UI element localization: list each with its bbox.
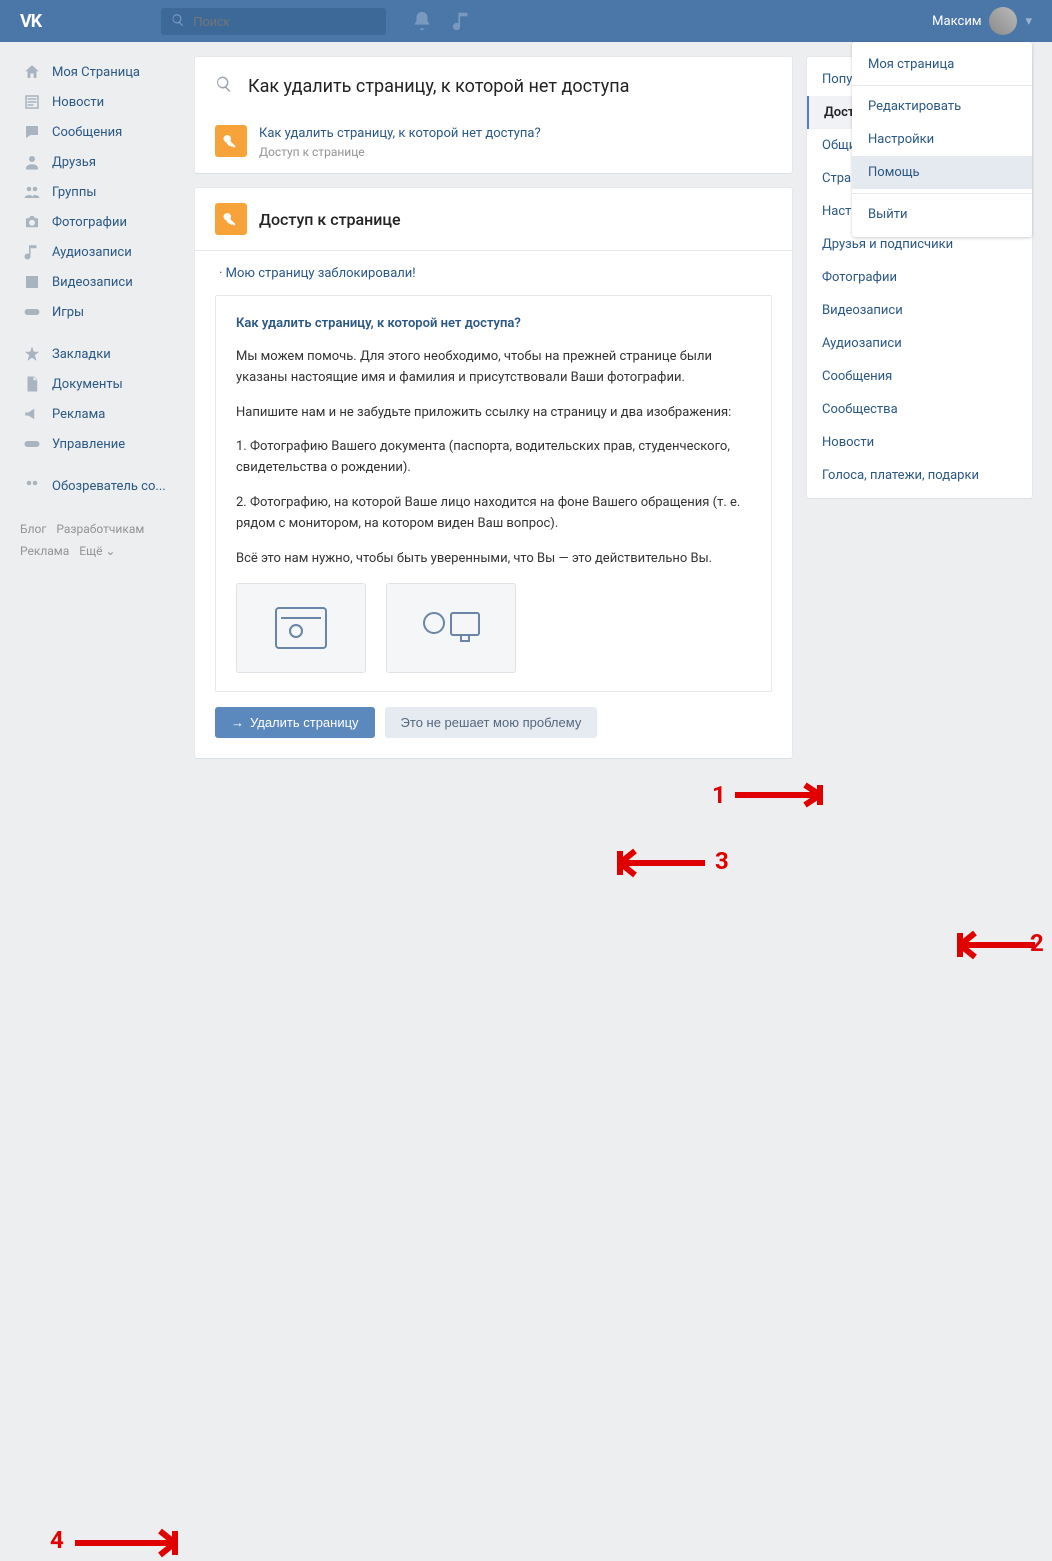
music-icon[interactable] bbox=[451, 10, 473, 32]
anno-num-3: 3 bbox=[715, 847, 729, 875]
dropdown-help[interactable]: Помощь bbox=[852, 156, 1032, 189]
cat-communities[interactable]: Сообщества bbox=[807, 393, 1032, 426]
section-card: Доступ к странице · Мою страницу заблоки… bbox=[195, 188, 792, 758]
nav-groups[interactable]: Группы bbox=[20, 177, 180, 207]
not-solved-button[interactable]: Это не решает мою проблему bbox=[385, 707, 598, 738]
friends-icon bbox=[22, 152, 42, 172]
anno-arrow-3 bbox=[590, 845, 710, 881]
footer-dev[interactable]: Разработчикам bbox=[56, 522, 144, 536]
result-title: Как удалить страницу, к которой нет дост… bbox=[259, 125, 541, 143]
footer-ads[interactable]: Реклама bbox=[20, 544, 69, 558]
section-title: Доступ к странице bbox=[259, 210, 401, 229]
key-icon bbox=[215, 203, 247, 235]
arrow-right-icon: → bbox=[231, 715, 244, 730]
nav-my-page[interactable]: Моя Страница bbox=[20, 57, 180, 87]
search-icon bbox=[215, 75, 233, 97]
dropdown-edit[interactable]: Редактировать bbox=[852, 90, 1032, 123]
divider bbox=[852, 193, 1032, 194]
article-p2: Напишите нам и не забудьте приложить ссы… bbox=[236, 403, 751, 424]
username: Максим bbox=[932, 14, 981, 29]
nav-photos[interactable]: Фотографии bbox=[20, 207, 180, 237]
audio-icon bbox=[22, 242, 42, 262]
cat-news[interactable]: Новости bbox=[807, 426, 1032, 459]
nav-messages[interactable]: Сообщения bbox=[20, 117, 180, 147]
cat-audio[interactable]: Аудиозаписи bbox=[807, 327, 1032, 360]
header-search[interactable] bbox=[161, 8, 386, 35]
search-card: Как удалить страницу, к которой нет дост… bbox=[195, 57, 792, 173]
anno-num-1: 1 bbox=[712, 781, 726, 809]
cat-messages[interactable]: Сообщения bbox=[807, 360, 1032, 393]
passport-image bbox=[236, 583, 366, 673]
search-icon bbox=[171, 12, 185, 31]
star-icon bbox=[22, 344, 42, 364]
message-icon bbox=[22, 122, 42, 142]
dropdown-logout[interactable]: Выйти bbox=[852, 198, 1032, 231]
footer-links: Блог Разработчикам Реклама Ещё ⌄ bbox=[20, 519, 180, 562]
anno-num-2: 2 bbox=[1030, 929, 1044, 957]
nav-manage[interactable]: Управление bbox=[20, 429, 180, 459]
bell-icon[interactable] bbox=[411, 10, 433, 32]
header-icons bbox=[411, 10, 473, 32]
chevron-down-icon: ▾ bbox=[1025, 14, 1032, 29]
nav-bookmarks[interactable]: Закладки bbox=[20, 339, 180, 369]
cat-payments[interactable]: Голоса, платежи, подарки bbox=[807, 459, 1032, 492]
cat-photos[interactable]: Фотографии bbox=[807, 261, 1032, 294]
divider bbox=[852, 85, 1032, 86]
games-icon bbox=[22, 302, 42, 322]
document-icon bbox=[22, 374, 42, 394]
avatar bbox=[989, 7, 1017, 35]
megaphone-icon bbox=[22, 404, 42, 424]
article: Как удалить страницу, к которой нет дост… bbox=[215, 295, 772, 692]
nav-news[interactable]: Новости bbox=[20, 87, 180, 117]
top-header: VK Максим ▾ bbox=[0, 0, 1052, 42]
profile-dropdown: Моя страница Редактировать Настройки Пом… bbox=[852, 42, 1032, 237]
dropdown-settings[interactable]: Настройки bbox=[852, 123, 1032, 156]
nav-ads[interactable]: Реклама bbox=[20, 399, 180, 429]
nav-documents[interactable]: Документы bbox=[20, 369, 180, 399]
groups-icon bbox=[22, 182, 42, 202]
result-sub: Доступ к странице bbox=[259, 145, 541, 159]
nav-friends[interactable]: Друзья bbox=[20, 147, 180, 177]
footer-blog[interactable]: Блог bbox=[20, 522, 46, 536]
people-icon bbox=[22, 476, 42, 496]
video-icon bbox=[22, 272, 42, 292]
article-p4: 2. Фотографию, на которой Ваше лицо нахо… bbox=[236, 493, 751, 535]
blocked-link[interactable]: · Мою страницу заблокировали! bbox=[219, 266, 772, 281]
profile-menu-trigger[interactable]: Максим ▾ bbox=[932, 7, 1032, 35]
left-nav: Моя Страница Новости Сообщения Друзья Гр… bbox=[20, 57, 180, 773]
cat-video[interactable]: Видеозаписи bbox=[807, 294, 1032, 327]
anno-num-4: 4 bbox=[50, 1526, 64, 1554]
article-p3: 1. Фотографию Вашего документа (паспорта… bbox=[236, 437, 751, 479]
nav-audio[interactable]: Аудиозаписи bbox=[20, 237, 180, 267]
anno-arrow-4 bbox=[70, 1525, 205, 1561]
nav-games[interactable]: Игры bbox=[20, 297, 180, 327]
article-heading: Как удалить страницу, к которой нет дост… bbox=[236, 314, 751, 335]
selfie-monitor-image bbox=[386, 583, 516, 673]
help-search-text[interactable]: Как удалить страницу, к которой нет дост… bbox=[248, 76, 629, 97]
manage-icon bbox=[22, 434, 42, 454]
anno-arrow-1 bbox=[730, 779, 850, 811]
camera-icon bbox=[22, 212, 42, 232]
home-icon bbox=[22, 62, 42, 82]
nav-video[interactable]: Видеозаписи bbox=[20, 267, 180, 297]
delete-page-button[interactable]: →Удалить страницу bbox=[215, 707, 375, 738]
vk-logo[interactable]: VK bbox=[20, 11, 41, 32]
news-icon bbox=[22, 92, 42, 112]
anno-arrow-2 bbox=[930, 927, 1040, 963]
dropdown-my-page[interactable]: Моя страница bbox=[852, 48, 1032, 81]
search-result[interactable]: Как удалить страницу, к которой нет дост… bbox=[195, 115, 792, 173]
search-input[interactable] bbox=[193, 14, 376, 29]
article-p5: Всё это нам нужно, чтобы быть уверенными… bbox=[236, 549, 751, 570]
footer-more[interactable]: Ещё ⌄ bbox=[79, 544, 115, 558]
key-icon bbox=[215, 125, 247, 157]
article-p1: Мы можем помочь. Для этого необходимо, ч… bbox=[236, 347, 751, 389]
nav-browser[interactable]: Обозреватель со... bbox=[20, 471, 180, 501]
